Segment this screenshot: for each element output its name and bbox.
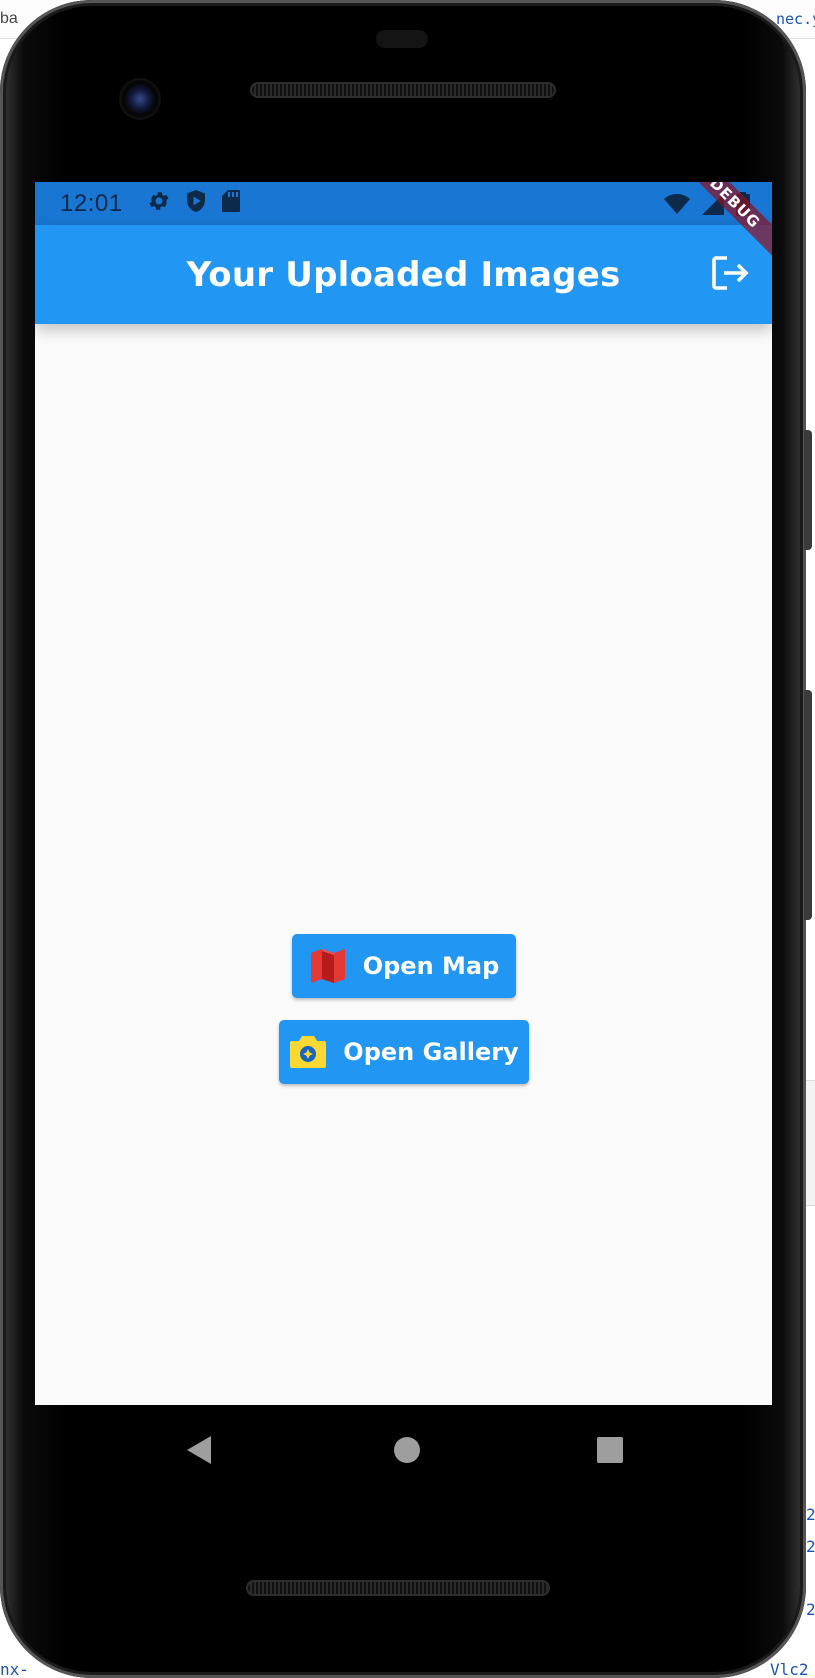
editor-link-fragment[interactable]: 2 — [806, 1505, 815, 1524]
open-gallery-button[interactable]: Open Gallery — [279, 1020, 529, 1084]
earpiece-speaker — [250, 82, 556, 98]
settings-icon — [147, 189, 171, 218]
phone-sensor — [376, 30, 428, 48]
logout-icon — [711, 255, 749, 296]
power-button — [804, 430, 812, 550]
logout-button[interactable] — [710, 255, 750, 295]
camera-icon — [289, 1033, 327, 1071]
editor-side-panel — [805, 1080, 815, 1206]
navigation-bar — [35, 1405, 772, 1505]
back-icon[interactable] — [183, 1433, 215, 1472]
play-protect-icon — [185, 189, 207, 218]
desktop-background: ba nec.y 2 2 2 nx- Vlc2 12:01 — [0, 0, 815, 1678]
editor-link-fragment[interactable]: 2 — [806, 1600, 815, 1619]
status-bar: 12:01 — [35, 182, 772, 225]
editor-text-fragment: ba — [0, 10, 18, 27]
content-area: Open Map Open Gallery — [35, 324, 772, 1405]
home-icon[interactable] — [390, 1433, 424, 1472]
editor-link-fragment[interactable]: nx- — [0, 1660, 29, 1678]
phone-frame: 12:01 Your Uploaded Images DEBUG Open Ma… — [0, 0, 806, 1678]
bottom-speaker — [246, 1580, 550, 1596]
app-screen: 12:01 Your Uploaded Images DEBUG Open Ma… — [35, 182, 772, 1405]
open-map-button[interactable]: Open Map — [292, 934, 516, 998]
app-bar: Your Uploaded Images — [35, 225, 772, 324]
editor-link-fragment[interactable]: 2 — [806, 1537, 815, 1556]
recents-icon[interactable] — [593, 1433, 627, 1472]
editor-link-fragment[interactable]: nec.y — [776, 10, 815, 28]
wifi-icon — [664, 193, 690, 220]
sd-card-icon — [221, 189, 241, 218]
page-title: Your Uploaded Images — [186, 254, 621, 295]
editor-link-fragment[interactable]: Vlc2 — [770, 1660, 809, 1678]
map-icon — [309, 947, 347, 985]
open-map-label: Open Map — [362, 952, 500, 980]
open-gallery-label: Open Gallery — [343, 1038, 519, 1066]
front-camera-icon — [121, 80, 159, 118]
volume-button — [804, 690, 812, 920]
status-time: 12:01 — [60, 189, 123, 217]
